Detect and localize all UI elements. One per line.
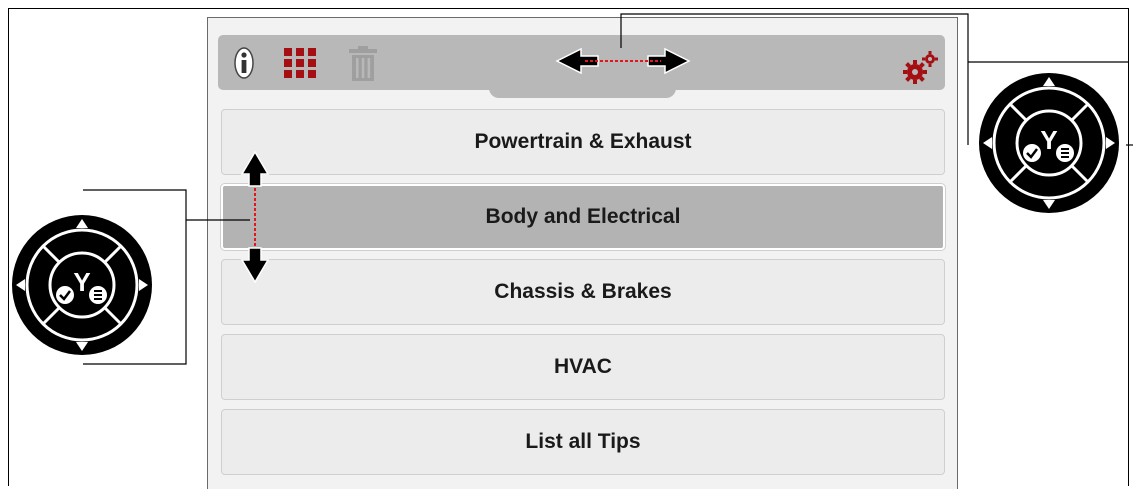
menu-item-powertrain[interactable]: Powertrain & Exhaust (221, 109, 945, 175)
horizontal-arrow-icon (555, 47, 691, 75)
menu-item-label: List all Tips (525, 430, 641, 453)
controller-center-label: Y (73, 267, 90, 297)
menu-item-label: Body and Electrical (485, 205, 681, 228)
dpad-controller-left: Y (12, 215, 152, 355)
check-icon (1023, 144, 1041, 162)
menu-item-body-electrical[interactable]: Body and Electrical (221, 184, 945, 250)
settings-gears-icon[interactable] (902, 50, 940, 86)
menu-item-list-all-tips[interactable]: List all Tips (221, 409, 945, 475)
menu-item-label: Chassis & Brakes (494, 280, 672, 303)
controller-center-label: Y (1040, 125, 1057, 155)
menu-item-label: HVAC (554, 355, 612, 378)
menu-item-hvac[interactable]: HVAC (221, 334, 945, 400)
grid-icon[interactable] (283, 47, 317, 79)
menu-item-chassis-brakes[interactable]: Chassis & Brakes (221, 259, 945, 325)
check-icon (56, 286, 74, 304)
vertical-arrow-icon (240, 150, 270, 284)
info-icon[interactable] (233, 46, 255, 80)
trash-icon[interactable] (346, 45, 380, 82)
dpad-controller-right: Y (979, 73, 1119, 213)
menu-item-label: Powertrain & Exhaust (474, 130, 692, 153)
toolbar-tab (489, 80, 676, 98)
